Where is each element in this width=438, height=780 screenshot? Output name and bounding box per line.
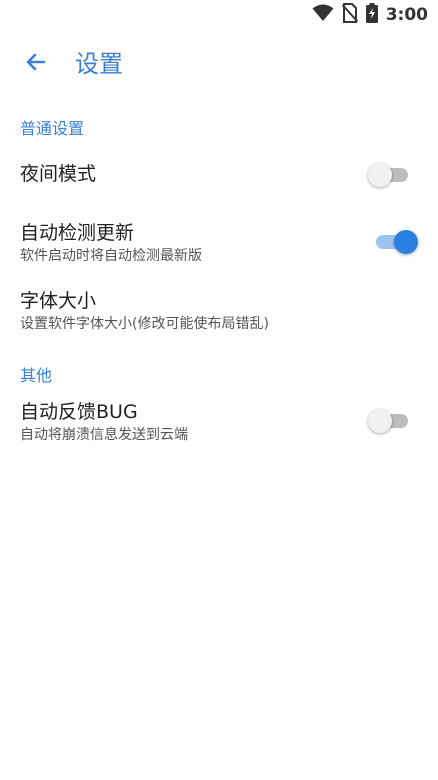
switch-thumb — [368, 409, 392, 433]
pref-title-bug-report: 自动反馈BUG — [20, 401, 138, 423]
pref-summary-font-size: 设置软件字体大小(修改可能使布局错乱) — [20, 316, 269, 332]
auto-update-switch[interactable] — [372, 227, 418, 257]
switch-thumb — [368, 163, 392, 187]
switch-thumb — [394, 230, 418, 254]
pref-title-night-mode: 夜间模式 — [20, 163, 97, 185]
pref-font-size[interactable]: 字体大小 设置软件字体大小(修改可能使布局错乱) — [0, 282, 438, 338]
status-icons: 3:00 — [312, 3, 428, 27]
pref-auto-update[interactable]: 自动检测更新 软件启动时将自动检测最新版 — [0, 214, 438, 270]
back-button[interactable] — [16, 44, 56, 84]
pref-bug-report[interactable]: 自动反馈BUG 自动将崩溃信息发送到云端 — [0, 393, 438, 449]
night-mode-switch[interactable] — [368, 160, 412, 190]
battery-charging-icon — [365, 3, 378, 27]
wifi-icon — [312, 4, 334, 26]
pref-summary-bug-report: 自动将崩溃信息发送到云端 — [20, 427, 188, 443]
pref-night-mode[interactable]: 夜间模式 — [0, 152, 438, 198]
bug-report-switch[interactable] — [368, 406, 412, 436]
section-header-other: 其他 — [20, 366, 53, 385]
status-time: 3:00 — [385, 5, 428, 25]
section-header-general: 普通设置 — [20, 119, 85, 138]
arrow-left-icon — [24, 50, 48, 78]
pref-title-auto-update: 自动检测更新 — [20, 222, 135, 244]
app-bar: 设置 — [0, 40, 438, 90]
status-bar: 3:00 — [0, 0, 438, 32]
pref-title-font-size: 字体大小 — [20, 290, 97, 312]
pref-summary-auto-update: 软件启动时将自动检测最新版 — [20, 248, 202, 264]
no-sim-icon — [341, 3, 358, 27]
page-title: 设置 — [75, 50, 123, 78]
